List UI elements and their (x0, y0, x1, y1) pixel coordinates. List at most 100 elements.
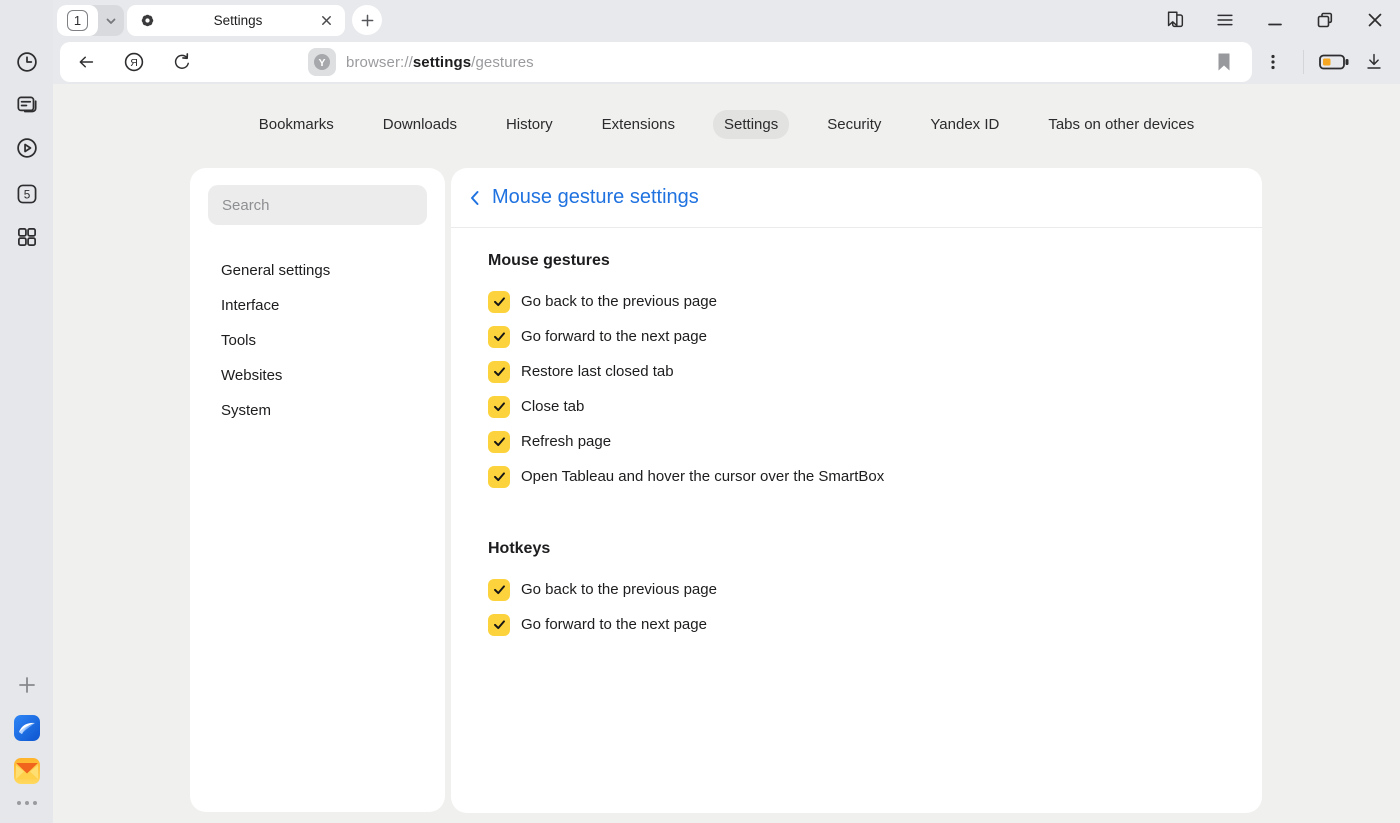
toolbar-more-button[interactable] (1253, 42, 1293, 82)
video-button[interactable] (0, 132, 53, 164)
sidebar-item-general[interactable]: General settings (208, 253, 427, 288)
tab-settings[interactable]: Settings (127, 5, 345, 36)
new-tab-button[interactable] (352, 5, 382, 35)
close-window-button[interactable] (1364, 9, 1386, 31)
checkbox-label: Go back to the previous page (521, 293, 717, 310)
address-toolbar: Я Y browser://settings/gestures (60, 42, 1252, 82)
bookmark-flag-icon (1214, 50, 1234, 74)
apps-button[interactable] (0, 221, 53, 253)
nav-extensions[interactable]: Extensions (591, 110, 686, 139)
yandex-browser-app-icon (13, 714, 41, 742)
checkbox-checked[interactable] (488, 326, 510, 348)
hotkey-row: Go back to the previous page (488, 572, 1232, 607)
rail-more-button[interactable] (0, 793, 53, 813)
gesture-row: Restore last closed tab (488, 354, 1232, 389)
gesture-row: Go forward to the next page (488, 319, 1232, 354)
checkbox-checked[interactable] (488, 431, 510, 453)
tab-groups-button[interactable]: 5 (0, 177, 53, 211)
tab-title: Settings (156, 13, 320, 28)
bookmarks-panel-icon (1164, 9, 1186, 31)
minimize-button[interactable] (1264, 9, 1286, 31)
nav-bookmarks[interactable]: Bookmarks (248, 110, 345, 139)
sidebar-item-tools[interactable]: Tools (208, 323, 427, 358)
gesture-row: Go back to the previous page (488, 284, 1232, 319)
side-rail: 5 (0, 0, 53, 823)
settings-top-nav: Bookmarks Downloads History Extensions S… (53, 110, 1400, 139)
checkbox-checked[interactable] (488, 361, 510, 383)
nav-tabs-other-devices[interactable]: Tabs on other devices (1037, 110, 1205, 139)
add-panel-button[interactable] (0, 670, 53, 700)
checkbox-checked[interactable] (488, 396, 510, 418)
history-clock-icon (14, 49, 40, 75)
nav-settings[interactable]: Settings (713, 110, 789, 139)
check-icon (492, 617, 507, 632)
refresh-icon (171, 51, 193, 73)
back-arrow-icon (75, 51, 97, 73)
checkbox-label: Restore last closed tab (521, 363, 674, 380)
section-heading-hotkeys: Hotkeys (488, 540, 1232, 558)
check-icon (492, 399, 507, 414)
plus-icon (360, 13, 375, 28)
check-icon (492, 469, 507, 484)
tab-count-value: 1 (67, 10, 88, 31)
sidebar-item-interface[interactable]: Interface (208, 288, 427, 323)
yandex-mail-app-button[interactable] (0, 755, 53, 787)
yandex-browser-app-button[interactable] (0, 712, 53, 744)
close-tab-icon[interactable] (320, 14, 333, 27)
settings-page: Bookmarks Downloads History Extensions S… (53, 84, 1400, 823)
browser-menu-button[interactable] (1214, 9, 1236, 31)
checkbox-checked[interactable] (488, 614, 510, 636)
url-host: settings (413, 54, 471, 71)
sidebar-item-system[interactable]: System (208, 393, 427, 428)
sidebar-item-websites[interactable]: Websites (208, 358, 427, 393)
address-url[interactable]: browser://settings/gestures (346, 54, 534, 71)
nav-history[interactable]: History (495, 110, 564, 139)
mail-app-icon (13, 757, 41, 785)
back-chevron-icon[interactable] (468, 189, 482, 207)
feed-button[interactable] (0, 89, 53, 121)
downloads-button[interactable] (1354, 42, 1394, 82)
svg-text:Y: Y (318, 57, 325, 69)
history-button[interactable] (0, 46, 53, 78)
checkbox-checked[interactable] (488, 579, 510, 601)
browser-window: 5 (0, 0, 1400, 823)
gesture-row: Close tab (488, 389, 1232, 424)
bookmarks-panel-button[interactable] (1164, 9, 1186, 31)
yandex-home-button[interactable]: Я (114, 42, 154, 82)
mouse-gestures-list: Go back to the previous page Go forward … (488, 284, 1232, 494)
hamburger-menu-icon (1214, 9, 1236, 31)
gesture-row: Refresh page (488, 424, 1232, 459)
nav-yandex-id[interactable]: Yandex ID (919, 110, 1010, 139)
close-icon (1365, 10, 1385, 30)
gesture-row: Open Tableau and hover the cursor over t… (488, 459, 1232, 494)
restore-window-icon (1315, 10, 1335, 30)
hotkey-row: Go forward to the next page (488, 607, 1232, 642)
checkbox-label: Go back to the previous page (521, 581, 717, 598)
battery-indicator[interactable] (1314, 42, 1354, 82)
window-controls (1164, 0, 1400, 40)
open-tabs-count[interactable]: 1 (57, 5, 98, 36)
check-icon (492, 364, 507, 379)
panel-body: Mouse gestures Go back to the previous p… (451, 228, 1262, 642)
settings-categories: General settings Interface Tools Website… (208, 253, 427, 428)
checkbox-checked[interactable] (488, 466, 510, 488)
svg-text:5: 5 (23, 189, 30, 202)
back-button[interactable] (66, 42, 106, 82)
checkbox-label: Go forward to the next page (521, 328, 707, 345)
reload-button[interactable] (162, 42, 202, 82)
tab-list-dropdown[interactable] (98, 5, 124, 36)
bookmark-page-button[interactable] (1214, 50, 1234, 79)
maximize-button[interactable] (1314, 9, 1336, 31)
tab-count-badge-icon: 5 (12, 179, 42, 209)
nav-security[interactable]: Security (816, 110, 892, 139)
tab-counter[interactable]: 1 (57, 5, 124, 36)
checkbox-checked[interactable] (488, 291, 510, 313)
site-badge[interactable]: Y (308, 48, 336, 76)
checkbox-label: Refresh page (521, 433, 611, 450)
search-input[interactable] (208, 185, 427, 225)
plus-icon (16, 674, 38, 696)
nav-downloads[interactable]: Downloads (372, 110, 468, 139)
url-scheme: browser:// (346, 54, 413, 71)
chevron-down-icon (104, 14, 118, 28)
page-title[interactable]: Mouse gesture settings (492, 186, 699, 209)
